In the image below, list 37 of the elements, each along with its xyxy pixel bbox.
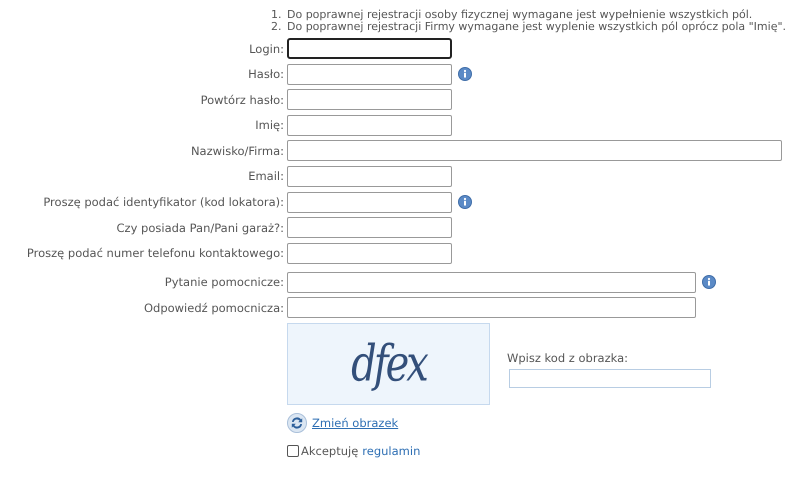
field-label: Proszę podać numer telefonu kontaktowego: xyxy=(26,246,284,260)
input-field[interactable] xyxy=(287,217,452,238)
field-label: Login: xyxy=(248,42,284,56)
field-label: Nazwisko/Firma: xyxy=(190,144,284,158)
input-field[interactable] xyxy=(287,166,452,187)
input-field[interactable] xyxy=(287,297,696,318)
field-label: Imię: xyxy=(254,118,284,132)
field-label: Pytanie pomocnicze: xyxy=(164,275,284,290)
terms-checkbox[interactable] xyxy=(287,445,299,458)
input-field[interactable] xyxy=(287,242,452,264)
field-label: Hasło: xyxy=(247,67,284,82)
note-text: Do poprawnej rejestracji Firmy wymagane jest wyplenie wszystkich pól oprócz pola "Imię". xyxy=(287,20,786,32)
refresh-icon[interactable] xyxy=(287,413,307,434)
terms-label: Akceptuję xyxy=(301,444,358,458)
input-field[interactable] xyxy=(287,272,696,293)
input-field[interactable] xyxy=(287,192,452,213)
captcha-code: dfex xyxy=(351,336,426,394)
info-icon[interactable] xyxy=(458,195,472,210)
change-image-link[interactable]: Zmień obrazek xyxy=(312,416,398,430)
input-field[interactable] xyxy=(287,114,452,136)
captcha-prompt: Wpisz kod z obrazka: xyxy=(507,351,630,366)
info-icon[interactable] xyxy=(458,67,472,82)
field-label: Email: xyxy=(247,169,284,184)
note-text: Do poprawnej rejestracji osoby fizycznej wymagane jest wypełnienie wszystkich pól. xyxy=(287,9,752,20)
captcha-input-field[interactable] xyxy=(509,369,711,388)
terms-link[interactable]: regulamin xyxy=(362,444,420,458)
info-icon[interactable] xyxy=(702,275,716,290)
input-field[interactable] xyxy=(287,38,452,59)
field-label: Czy posiada Pan/Pani garaż?: xyxy=(116,220,284,235)
note-number: 2. xyxy=(271,20,282,32)
input-field[interactable] xyxy=(287,64,452,85)
field-label: Powtórz hasło: xyxy=(200,92,284,107)
field-label: Proszę podać identyfikator (kod lokatora): xyxy=(42,195,284,210)
input-field[interactable] xyxy=(287,89,452,110)
note-number: 1. xyxy=(271,9,282,20)
input-field[interactable] xyxy=(287,140,782,162)
field-label: Odpowiedź pomocnicza: xyxy=(142,300,284,315)
